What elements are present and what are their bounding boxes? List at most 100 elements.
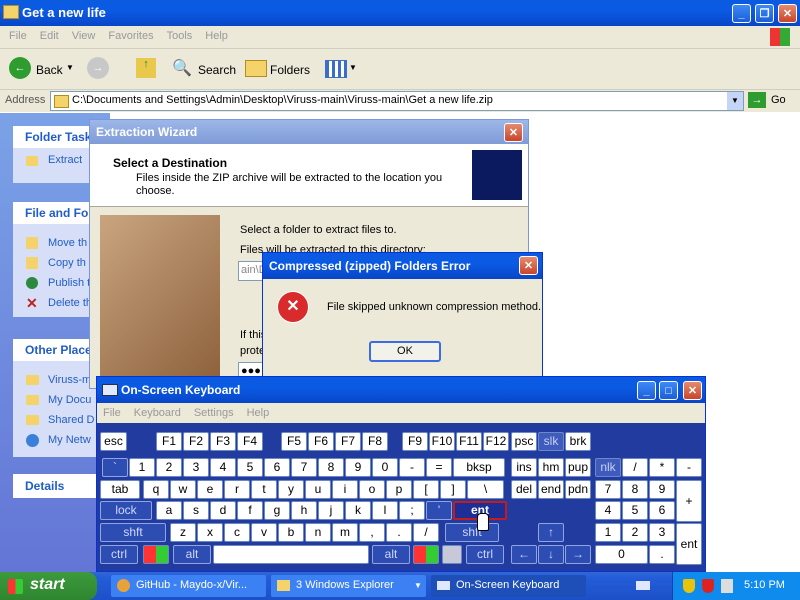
key-x44[interactable]: , [359, 523, 385, 542]
key-x46[interactable]: . [386, 523, 412, 542]
key-6[interactable]: 6 [264, 458, 290, 477]
key-s[interactable]: s [183, 501, 209, 520]
keyboard-tray-icon[interactable] [636, 581, 650, 590]
osk-menu-file[interactable]: File [103, 407, 121, 419]
key-8[interactable]: 8 [318, 458, 344, 477]
osk-menu-help[interactable]: Help [247, 407, 270, 419]
back-button[interactable]: Back [36, 63, 63, 77]
key-t[interactable]: t [251, 480, 277, 499]
key-x96[interactable]: ` [102, 458, 128, 477]
key-lock[interactable]: lock [100, 501, 152, 520]
key-x[interactable]: x [197, 523, 223, 542]
back-dropdown-icon[interactable]: ▼ [66, 63, 74, 72]
address-dropdown-icon[interactable]: ▼ [727, 92, 743, 110]
key-ent[interactable]: ent [676, 523, 702, 565]
key-f[interactable]: f [237, 501, 263, 520]
key-2[interactable]: 2 [622, 523, 648, 542]
error-titlebar[interactable]: Compressed (zipped) Folders Error ✕ [263, 253, 542, 279]
key-8[interactable]: 8 [622, 480, 648, 499]
key-1[interactable]: 1 [595, 523, 621, 542]
key-q[interactable]: q [143, 480, 169, 499]
key-v[interactable]: v [251, 523, 277, 542]
key-l[interactable]: l [372, 501, 398, 520]
key-bksp[interactable]: bksp [453, 458, 505, 477]
menu-view[interactable]: View [72, 30, 96, 42]
publish-link[interactable]: Publish t [48, 277, 90, 289]
key-x47[interactable]: / [413, 523, 439, 542]
key-x91[interactable]: [ [413, 480, 439, 499]
osk-menu-keyboard[interactable]: Keyboard [134, 407, 181, 419]
key-e[interactable]: e [197, 480, 223, 499]
go-arrow-icon[interactable]: → [748, 92, 766, 108]
key-w[interactable]: w [170, 480, 196, 499]
search-button[interactable]: Search [198, 63, 236, 77]
key-F11[interactable]: F11 [456, 432, 482, 451]
arrow-left-icon[interactable]: ← [511, 545, 537, 564]
key-x61[interactable]: = [426, 458, 452, 477]
key-9[interactable]: 9 [345, 458, 371, 477]
back-arrow-icon[interactable]: ← [9, 57, 31, 79]
address-input[interactable]: C:\Documents and Settings\Admin\Desktop\… [50, 91, 744, 111]
error-close-button[interactable]: ✕ [519, 256, 538, 275]
key-9[interactable]: 9 [649, 480, 675, 499]
my-network-link[interactable]: My Netw [48, 434, 91, 446]
key-ins[interactable]: ins [511, 458, 537, 477]
go-button[interactable]: Go [771, 94, 786, 106]
key-z[interactable]: z [170, 523, 196, 542]
key-F4[interactable]: F4 [237, 432, 263, 451]
key-r[interactable]: r [224, 480, 250, 499]
details-title[interactable]: Details [25, 479, 64, 493]
key-i[interactable]: i [332, 480, 358, 499]
arrow-up-icon[interactable]: ↑ [538, 523, 564, 542]
key-5[interactable]: 5 [237, 458, 263, 477]
osk-menu-key-icon[interactable] [442, 545, 462, 564]
close-button[interactable]: ✕ [778, 4, 797, 23]
arrow-down-icon[interactable]: ↓ [538, 545, 564, 564]
key-alt[interactable]: alt [372, 545, 410, 564]
key-j[interactable]: j [318, 501, 344, 520]
shared-docs-link[interactable]: Shared D [48, 414, 94, 426]
key-0[interactable]: 0 [372, 458, 398, 477]
key-x39[interactable]: ' [426, 501, 452, 520]
key-7[interactable]: 7 [595, 480, 621, 499]
menu-file[interactable]: File [9, 30, 27, 42]
copy-link[interactable]: Copy th [48, 257, 86, 269]
views-icon[interactable] [325, 60, 347, 78]
key-0[interactable]: 0 [595, 545, 648, 564]
viruss-link[interactable]: Viruss-m [48, 374, 91, 386]
forward-arrow-icon[interactable]: → [87, 57, 109, 79]
key-x45[interactable]: - [676, 458, 702, 477]
folders-button[interactable]: Folders [270, 63, 310, 77]
restore-button[interactable]: ❐ [755, 4, 774, 23]
key-u[interactable]: u [305, 480, 331, 499]
taskbar-item-github[interactable]: GitHub - Maydo-x/Vir... [111, 575, 266, 597]
key-x45[interactable]: - [399, 458, 425, 477]
key-4[interactable]: 4 [595, 501, 621, 520]
key-slk[interactable]: slk [538, 432, 564, 451]
key-3[interactable]: 3 [183, 458, 209, 477]
key-g[interactable]: g [264, 501, 290, 520]
key-2[interactable]: 2 [156, 458, 182, 477]
key-6[interactable]: 6 [649, 501, 675, 520]
key-shft[interactable]: shft [445, 523, 499, 542]
osk-minimize-button[interactable]: _ [637, 381, 656, 400]
key-ctrl[interactable]: ctrl [466, 545, 504, 564]
taskbar-item-explorer[interactable]: 3 Windows Explorer ▼ [271, 575, 426, 597]
key-a[interactable]: a [156, 501, 182, 520]
osk-close-button[interactable]: ✕ [683, 381, 702, 400]
key-F2[interactable]: F2 [183, 432, 209, 451]
wizard-close-button[interactable]: ✕ [504, 123, 523, 142]
up-folder-icon[interactable]: ↑ [136, 58, 156, 78]
key-hm[interactable]: hm [538, 458, 564, 477]
extract-link[interactable]: Extract [48, 154, 82, 166]
osk-titlebar[interactable]: On-Screen Keyboard _ □ ✕ [97, 377, 705, 403]
key-y[interactable]: y [278, 480, 304, 499]
key-esc[interactable]: esc [100, 432, 127, 451]
key-F7[interactable]: F7 [335, 432, 361, 451]
key-nlk[interactable]: nlk [595, 458, 621, 477]
delete-link[interactable]: Delete th [48, 297, 92, 309]
key-space[interactable] [213, 545, 369, 564]
osk-windows-key-right-icon[interactable] [413, 545, 439, 564]
key-brk[interactable]: brk [565, 432, 591, 451]
osk-menu-settings[interactable]: Settings [194, 407, 234, 419]
